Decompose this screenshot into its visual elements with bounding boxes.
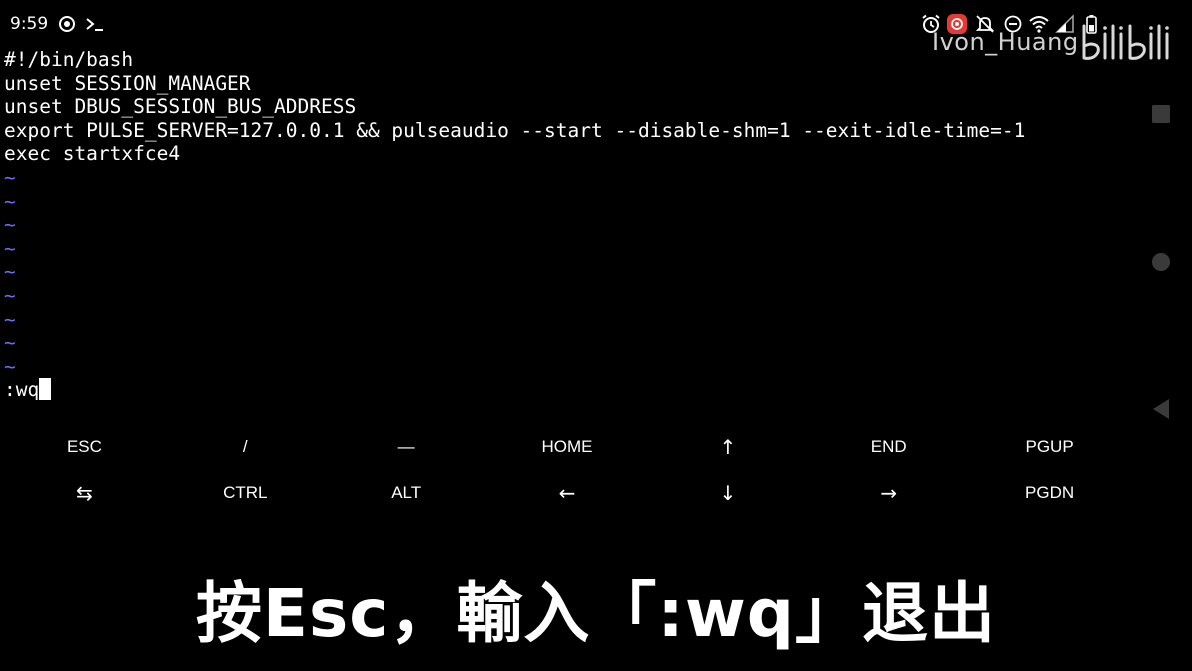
command-text: :wq — [4, 378, 40, 402]
video-subtitle: 按Esc，輸入「:wq」退出 — [195, 575, 997, 652]
extra-keys-row-2: ⇆ CTRL ALT ← ↓ → PGDN — [4, 470, 1130, 516]
home-key[interactable]: HOME — [487, 424, 648, 470]
code-line: unset SESSION_MANAGER — [4, 71, 251, 95]
extra-keys-row-1: ESC / — HOME ↑ END PGUP — [4, 424, 1130, 470]
pgdn-key[interactable]: PGDN — [969, 470, 1130, 516]
empty-line-tilde: ~ — [4, 189, 16, 213]
empty-line-tilde: ~ — [4, 260, 16, 284]
terminal-icon — [86, 18, 103, 31]
code-line: unset DBUS_SESSION_BUS_ADDRESS — [4, 95, 357, 119]
code-line: export PULSE_SERVER=127.0.0.1 && pulseau… — [4, 118, 1026, 142]
dash-key[interactable]: — — [326, 424, 487, 470]
back-triangle-icon[interactable] — [1151, 398, 1171, 420]
home-circle-icon[interactable] — [1151, 252, 1171, 272]
empty-line-tilde: ~ — [4, 283, 16, 307]
end-key[interactable]: END — [808, 424, 969, 470]
ctrl-key[interactable]: CTRL — [165, 470, 326, 516]
empty-line-tilde: ~ — [4, 213, 16, 237]
empty-line-tilde: ~ — [4, 307, 16, 331]
code-line: #!/bin/bash — [4, 48, 134, 71]
vim-command-line[interactable]: :wq — [4, 378, 1134, 402]
arrow-down-key[interactable]: ↓ — [647, 470, 808, 516]
empty-line-tilde: ~ — [4, 165, 16, 189]
vim-editor[interactable]: #!/bin/bash unset SESSION_MANAGER unset … — [4, 48, 1134, 402]
arrow-up-key[interactable]: ↑ — [647, 424, 808, 470]
empty-line-tilde: ~ — [4, 331, 16, 355]
pgup-key[interactable]: PGUP — [969, 424, 1130, 470]
status-time: 9:59 — [10, 14, 49, 34]
recents-square-icon[interactable] — [1151, 104, 1171, 124]
arrow-right-key[interactable]: → — [808, 470, 969, 516]
extra-keys-bar: ESC / — HOME ↑ END PGUP ⇆ CTRL ALT ← ↓ →… — [0, 424, 1130, 518]
arrow-left-key[interactable]: ← — [487, 470, 648, 516]
code-line: exec startxfce4 — [4, 142, 181, 166]
esc-key[interactable]: ESC — [4, 424, 165, 470]
empty-line-tilde: ~ — [4, 354, 16, 378]
alt-key[interactable]: ALT — [326, 470, 487, 516]
empty-line-tilde: ~ — [4, 236, 16, 260]
slash-key[interactable]: / — [165, 424, 326, 470]
text-cursor — [39, 378, 52, 401]
record-icon — [59, 16, 75, 32]
tab-key[interactable]: ⇆ — [4, 470, 165, 516]
